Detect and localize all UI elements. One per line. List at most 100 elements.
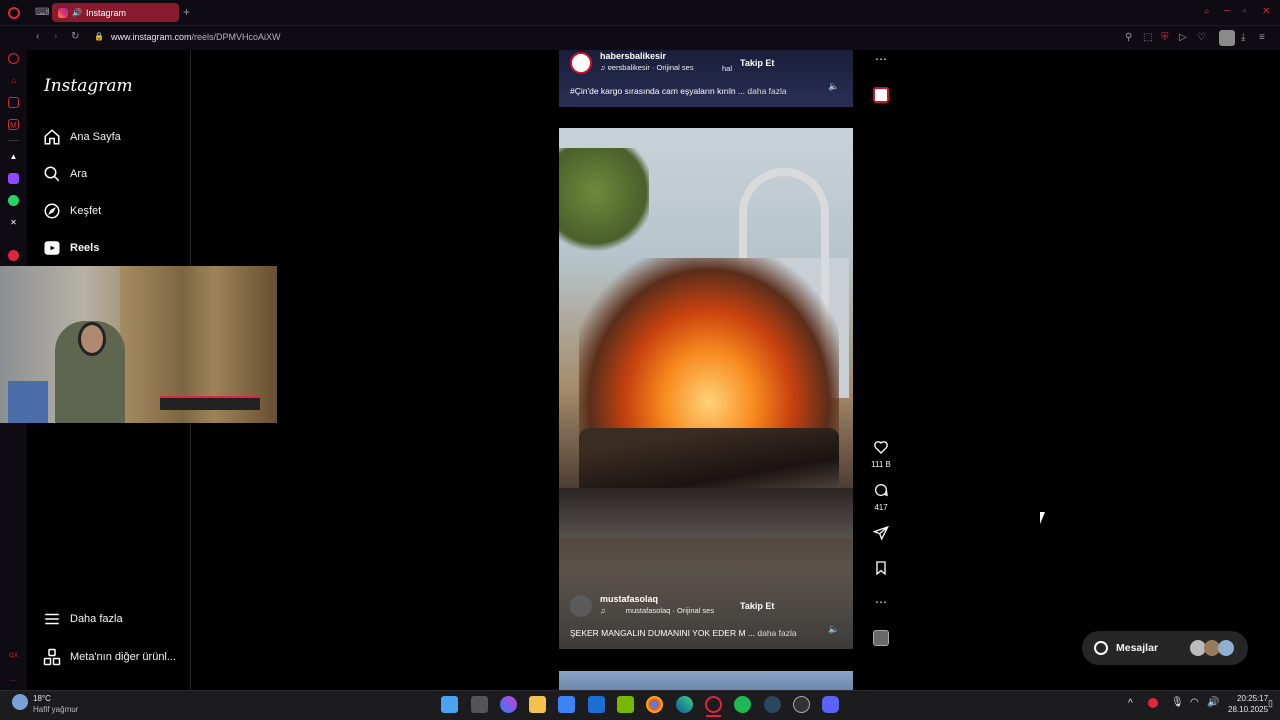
new-tab-icon[interactable]: + [183, 6, 190, 18]
weather-temp[interactable]: 18°C [33, 694, 51, 703]
tv-icon[interactable] [8, 97, 19, 108]
edge-icon[interactable] [676, 696, 693, 713]
download-icon[interactable]: ⤓ [1241, 33, 1245, 43]
messenger-icon [1094, 641, 1108, 655]
tray-app-icon[interactable] [1148, 698, 1158, 708]
like-icon[interactable] [870, 439, 892, 460]
tray-overflow-icon[interactable]: ^ [1128, 698, 1133, 709]
reel-3[interactable] [559, 671, 853, 690]
file-explorer-icon[interactable] [529, 696, 546, 713]
chrome-icon[interactable] [646, 696, 663, 713]
reel-2-options-icon[interactable]: ⋯ [870, 595, 892, 609]
reel-1-audio[interactable]: ♫ ɐersbalikesir · Orijinal ses [600, 63, 694, 72]
reel-2-volume-icon[interactable]: 🔈 [828, 624, 839, 635]
nav-label-search: Ara [70, 168, 88, 180]
reload-icon[interactable]: ↻ [71, 32, 79, 42]
reel-1-more-link[interactable]: daha fazla [747, 86, 786, 96]
reel-1-volume-icon[interactable]: 🔈 [828, 81, 839, 92]
message-avatar-3[interactable] [1218, 640, 1234, 656]
volume-icon[interactable]: 🔊 [1207, 697, 1219, 708]
opera-logo-icon[interactable] [8, 7, 20, 19]
like-count: 111 B [871, 460, 891, 469]
reel-1-username[interactable]: habersbalikesir [600, 51, 666, 61]
weather-icon[interactable] [12, 694, 28, 710]
snapshot-icon[interactable]: ⬚ [1143, 33, 1152, 43]
nav-item-more[interactable]: Daha fazla [43, 607, 123, 631]
x-icon[interactable]: ✕ [8, 217, 19, 228]
outlook-icon[interactable] [588, 696, 605, 713]
share-icon[interactable] [870, 525, 892, 546]
comment-icon[interactable] [870, 482, 892, 503]
pin-icon[interactable]: ⚲ [1125, 33, 1132, 43]
more-sidebar-icon[interactable]: … [8, 673, 19, 684]
reel-2-video[interactable] [559, 128, 853, 649]
reel-2-caption[interactable]: ŞEKER MANGALIN DUMANINI YOK EDER M ... d… [570, 628, 797, 638]
webcam-keyboard [160, 396, 260, 410]
play-icon[interactable]: ▷ [1179, 33, 1187, 43]
messages-button[interactable]: Mesajlar [1082, 631, 1248, 665]
task-view-icon[interactable] [471, 696, 488, 713]
nav-item-explore[interactable]: Keşfet [43, 199, 101, 223]
reel-1-avatar[interactable] [570, 52, 592, 74]
reel-2-audio-thumb[interactable] [873, 630, 889, 646]
microphone-icon[interactable]: 🎙 [1171, 697, 1184, 708]
notification-icon[interactable]: ▯ [1268, 698, 1273, 709]
reel-1-audio-thumb[interactable] [873, 87, 889, 103]
nav-item-home[interactable]: Ana Sayfa [43, 125, 121, 149]
browser-menu-icon[interactable]: ≡ [1259, 33, 1265, 43]
wifi-icon[interactable]: ◠ [1190, 697, 1199, 708]
mail-icon[interactable]: M [8, 119, 19, 130]
obs-icon[interactable] [793, 696, 810, 713]
reel-1-caption[interactable]: #Çin'de kargo sırasında cam eşyaların kı… [570, 86, 787, 96]
close-window-icon[interactable]: ✕ [1262, 7, 1270, 17]
speaker-icon[interactable]: 🔊 [72, 8, 82, 17]
windows-start-icon[interactable] [441, 696, 458, 713]
nav-item-search[interactable]: Ara [43, 162, 87, 186]
reels-shortcut-icon[interactable]: ▲ [8, 151, 19, 162]
reel-2-audio[interactable]: ♫ mustafasolaq · Orijinal ses [600, 606, 714, 615]
reel-2-avatar[interactable] [570, 595, 592, 617]
reel-2-more-link[interactable]: daha fazla [757, 628, 796, 638]
nav-item-meta[interactable]: Meta'nın diğer ürünl... [43, 645, 176, 669]
shield-icon[interactable]: ⛨ [1161, 33, 1169, 43]
active-app-indicator [706, 715, 721, 717]
tab-instagram[interactable]: 🔊 Instagram [52, 3, 179, 22]
clock-date[interactable]: 28.10.2025 [1228, 705, 1268, 714]
clock-time[interactable]: 20:25:17 [1237, 694, 1268, 703]
reel-1-options-icon[interactable]: ⋯ [870, 52, 892, 66]
steam-icon[interactable] [764, 696, 781, 713]
reel-1-follow-button[interactable]: Takip Et [740, 58, 774, 68]
copilot-icon[interactable] [500, 696, 517, 713]
instagram-favicon-icon [58, 7, 68, 18]
weather-desc[interactable]: Hafif yağmur [33, 705, 78, 714]
reel-2-username[interactable]: mustafasolaq [600, 594, 658, 604]
profile-avatar[interactable] [1219, 30, 1235, 46]
music-icon[interactable] [8, 250, 19, 261]
comment-count: 417 [874, 503, 888, 512]
nvidia-icon[interactable] [617, 696, 634, 713]
spotify-icon[interactable] [734, 696, 751, 713]
save-icon[interactable] [870, 560, 892, 581]
nav-label-home: Ana Sayfa [70, 131, 121, 143]
heart-bookmark-icon[interactable]: ♡ [1197, 33, 1206, 43]
discord-icon[interactable] [822, 696, 839, 713]
reel-2-audio-text: mustafasolaq · Orijinal ses [625, 606, 715, 615]
opera-gx-icon[interactable] [705, 696, 722, 713]
reel-2-follow-button[interactable]: Takip Et [740, 601, 774, 611]
bag-icon[interactable]: ⌂ [8, 75, 19, 86]
nav-item-reels[interactable]: Reels [43, 236, 99, 260]
minimize-icon[interactable]: – [1224, 6, 1230, 16]
aria-icon[interactable] [8, 53, 19, 64]
search-tabs-icon[interactable]: ⌕ [1204, 7, 1210, 17]
twitch-icon[interactable] [8, 173, 19, 184]
messages-label: Mesajlar [1116, 642, 1159, 654]
store-icon[interactable] [558, 696, 575, 713]
url-field[interactable]: www.instagram.com/reels/DPMVHcoAiXW [111, 32, 281, 42]
gamepad-icon[interactable]: ⌨ [35, 8, 49, 18]
gx-icon[interactable]: GX [8, 651, 19, 662]
whatsapp-icon[interactable] [8, 195, 19, 206]
forward-icon[interactable]: › [54, 32, 57, 42]
instagram-logo[interactable]: Instagram [44, 76, 133, 96]
back-icon[interactable]: ‹ [36, 32, 39, 42]
maximize-icon[interactable]: ▫ [1243, 7, 1247, 17]
